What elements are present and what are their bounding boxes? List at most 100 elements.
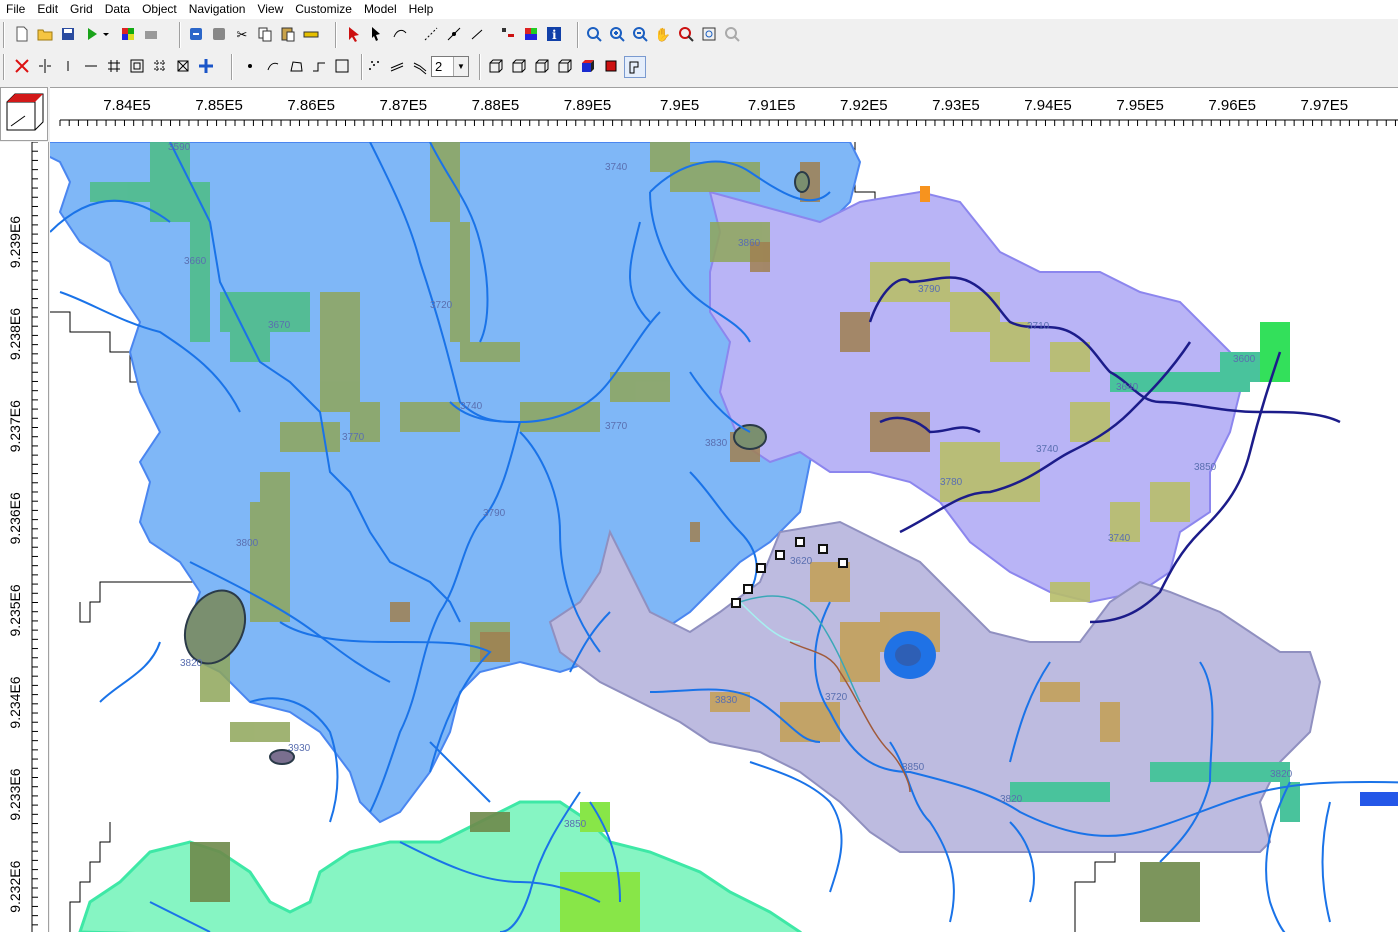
monitoring-point[interactable]: [795, 537, 805, 547]
model-check-icon[interactable]: [118, 24, 138, 44]
parallel-curves-icon[interactable]: [410, 56, 430, 76]
contour-label: 3590: [168, 142, 191, 153]
pan-hand-icon[interactable]: ✋: [653, 24, 673, 44]
monitoring-point[interactable]: [775, 550, 785, 560]
split-icon[interactable]: [35, 56, 55, 76]
cube-view-4-icon[interactable]: [555, 56, 575, 76]
grid-frame-icon[interactable]: [127, 56, 147, 76]
point-tool-icon[interactable]: [240, 56, 260, 76]
y-tick-label: 9.232E6: [7, 860, 23, 912]
select-vertex-icon[interactable]: [367, 24, 387, 44]
zoom-disabled-icon[interactable]: [722, 24, 742, 44]
refine-icon[interactable]: [150, 56, 170, 76]
save-icon[interactable]: [58, 24, 78, 44]
menu-help[interactable]: Help: [403, 0, 440, 19]
menu-view[interactable]: View: [251, 0, 289, 19]
map-viewport[interactable]: 3590 3740 3860 3660 3720 3670 3740 3770 …: [50, 142, 1398, 932]
y-tick-label: 9.236E6: [7, 492, 23, 544]
edit-toolbar: [0, 52, 1398, 82]
menu-file[interactable]: File: [0, 0, 31, 19]
grid-cross-icon[interactable]: [173, 56, 193, 76]
menu-data[interactable]: Data: [99, 0, 136, 19]
lines-count-value: 2: [435, 59, 443, 74]
x-tick-label: 7.97E5: [1301, 97, 1349, 114]
parallel-lines-icon[interactable]: [387, 56, 407, 76]
x-tick-label: 7.87E5: [380, 97, 428, 114]
paste-icon[interactable]: [278, 24, 298, 44]
contour-label: 3820: [180, 658, 203, 669]
monitoring-point[interactable]: [838, 558, 848, 568]
create-arc-icon[interactable]: [444, 24, 464, 44]
contour-label: 3850: [564, 819, 587, 830]
new-file-icon[interactable]: [12, 24, 32, 44]
menu-model[interactable]: Model: [358, 0, 403, 19]
undo-icon[interactable]: [186, 24, 206, 44]
y-ruler-ticks: 9.239E6 9.238E6 9.237E6 9.236E6 9.235E6 9.234…: [7, 142, 38, 932]
delete-x-icon[interactable]: [12, 56, 32, 76]
zoom-icon[interactable]: [584, 24, 604, 44]
menu-customize[interactable]: Customize: [289, 0, 358, 19]
x-tick-label: 7.84E5: [103, 97, 151, 114]
cube-view-3-icon[interactable]: [532, 56, 552, 76]
monitoring-point[interactable]: [743, 584, 753, 594]
copy-icon[interactable]: [255, 24, 275, 44]
menu-edit[interactable]: Edit: [31, 0, 64, 19]
cut-icon[interactable]: ✂: [232, 24, 252, 44]
view-orientation-box[interactable]: [0, 87, 48, 141]
contour-label: 3710: [1027, 321, 1050, 332]
vertical-line-icon[interactable]: [58, 56, 78, 76]
contour-label: 3830: [705, 438, 728, 449]
menu-object[interactable]: Object: [136, 0, 183, 19]
menu-navigation[interactable]: Navigation: [183, 0, 252, 19]
contour-label: 3720: [430, 300, 453, 311]
select-arrow-icon[interactable]: [344, 24, 364, 44]
run-model-icon[interactable]: [82, 24, 102, 44]
monitoring-point[interactable]: [756, 563, 766, 573]
lake-north[interactable]: [794, 171, 810, 193]
measure-icon[interactable]: [301, 24, 321, 44]
grid-icon[interactable]: [104, 56, 124, 76]
monitoring-point[interactable]: [818, 544, 828, 554]
x-ruler-ticks: 7.84E5 7.85E5 7.86E5 7.87E5 7.88E5 7.89E5 7.9E…: [59, 97, 1398, 126]
cube-view-1-icon[interactable]: [486, 56, 506, 76]
y-tick-label: 9.235E6: [7, 584, 23, 636]
cube-front-icon[interactable]: [601, 56, 621, 76]
create-node-icon[interactable]: [421, 24, 441, 44]
zoom-out-icon[interactable]: [630, 24, 650, 44]
zoom-previous-icon[interactable]: [676, 24, 696, 44]
zoom-in-icon[interactable]: [607, 24, 627, 44]
menu-grid[interactable]: Grid: [64, 0, 99, 19]
y-axis-ruler: 9.239E6 9.238E6 9.237E6 9.236E6 9.235E6 9.234…: [0, 142, 49, 932]
lines-count-select[interactable]: 2 ▼: [431, 56, 469, 77]
tree-icon[interactable]: [498, 24, 518, 44]
contour-label: 3740: [1036, 444, 1059, 455]
camera-icon[interactable]: [141, 24, 161, 44]
lake-central[interactable]: [733, 424, 767, 450]
cube-color-icon[interactable]: [578, 56, 598, 76]
select-arc-icon[interactable]: [390, 24, 410, 44]
arc-tool-icon[interactable]: [263, 56, 283, 76]
color-map-icon[interactable]: [521, 24, 541, 44]
polygon-tool-icon[interactable]: [286, 56, 306, 76]
x-tick-label: 7.96E5: [1208, 97, 1256, 114]
monitoring-point[interactable]: [731, 598, 741, 608]
step-shape-icon[interactable]: [624, 56, 646, 78]
chevron-down-icon[interactable]: ▼: [453, 57, 468, 76]
open-folder-icon[interactable]: [35, 24, 55, 44]
add-plus-icon[interactable]: [196, 56, 216, 76]
create-point-icon[interactable]: [467, 24, 487, 44]
scatter-points-icon[interactable]: [364, 56, 384, 76]
horizontal-line-icon[interactable]: [81, 56, 101, 76]
cube-orientation-icon[interactable]: [1, 88, 47, 140]
rectangle-tool-icon[interactable]: [332, 56, 352, 76]
x-tick-label: 7.91E5: [748, 97, 796, 114]
watershed-map[interactable]: 3590 3740 3860 3660 3720 3670 3740 3770 …: [50, 142, 1398, 932]
cube-view-2-icon[interactable]: [509, 56, 529, 76]
info-icon[interactable]: i: [544, 24, 564, 44]
contour-label: 3830: [715, 695, 738, 706]
polyline-tool-icon[interactable]: [309, 56, 329, 76]
frame-icon[interactable]: [699, 24, 719, 44]
y-tick-label: 9.233E6: [7, 768, 23, 820]
run-dropdown-icon[interactable]: [100, 24, 112, 44]
redo-icon[interactable]: [209, 24, 229, 44]
